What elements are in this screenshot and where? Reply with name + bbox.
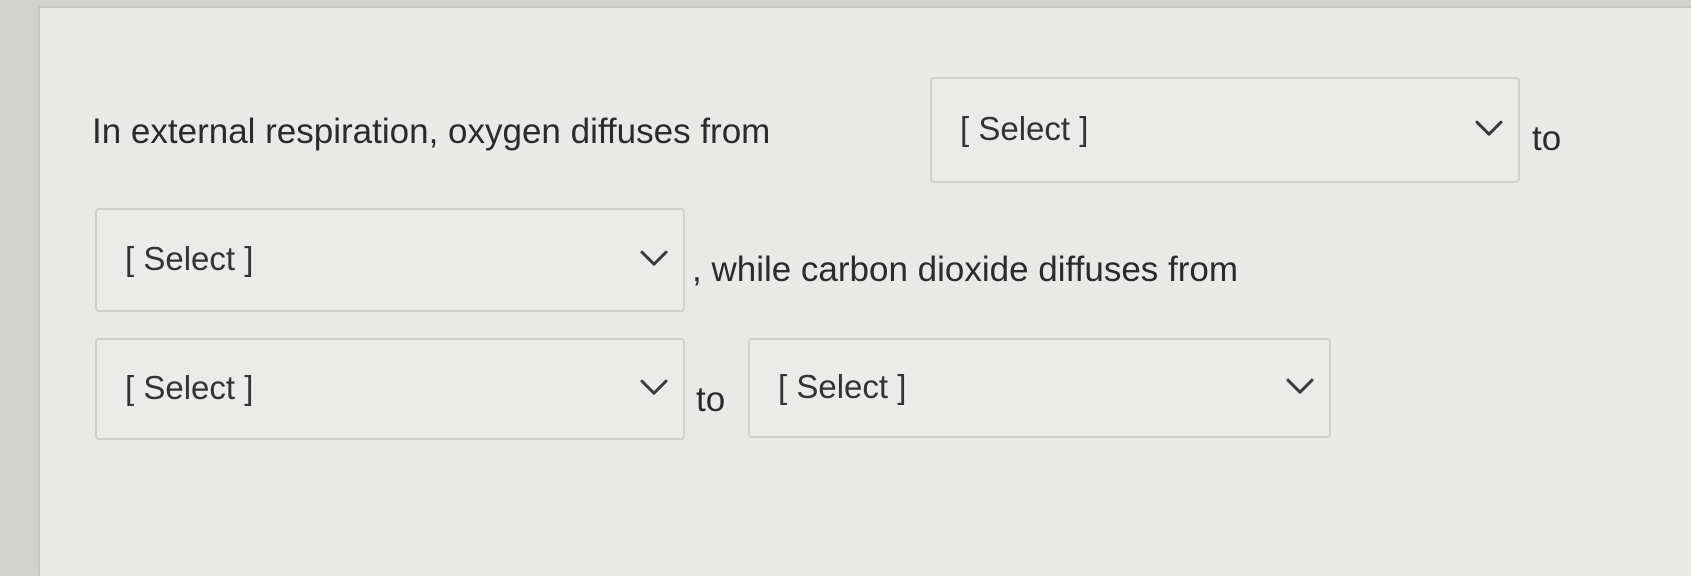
dropdown-3-value: [ Select ] bbox=[125, 368, 254, 406]
dropdown-4-value: [ Select ] bbox=[778, 367, 907, 405]
dropdown-1-value: [ Select ] bbox=[960, 109, 1089, 147]
question-text-part2: to bbox=[1532, 119, 1562, 158]
question-text-part3: , while carbon dioxide diffuses from bbox=[692, 250, 1239, 289]
chevron-down-icon bbox=[1475, 120, 1503, 136]
chevron-down-icon bbox=[640, 250, 668, 266]
dropdown-1[interactable]: [ Select ] bbox=[930, 77, 1520, 183]
question-text-part4: to bbox=[696, 380, 726, 419]
chevron-down-icon bbox=[640, 379, 668, 395]
question-text-part1: In external respiration, oxygen diffuses… bbox=[92, 112, 771, 151]
chevron-down-icon bbox=[1286, 378, 1314, 394]
screen-background: In external respiration, oxygen diffuses… bbox=[0, 0, 1691, 576]
dropdown-2[interactable]: [ Select ] bbox=[95, 208, 685, 312]
dropdown-2-value: [ Select ] bbox=[125, 239, 254, 277]
dropdown-3[interactable]: [ Select ] bbox=[95, 338, 685, 440]
dropdown-4[interactable]: [ Select ] bbox=[748, 338, 1331, 438]
